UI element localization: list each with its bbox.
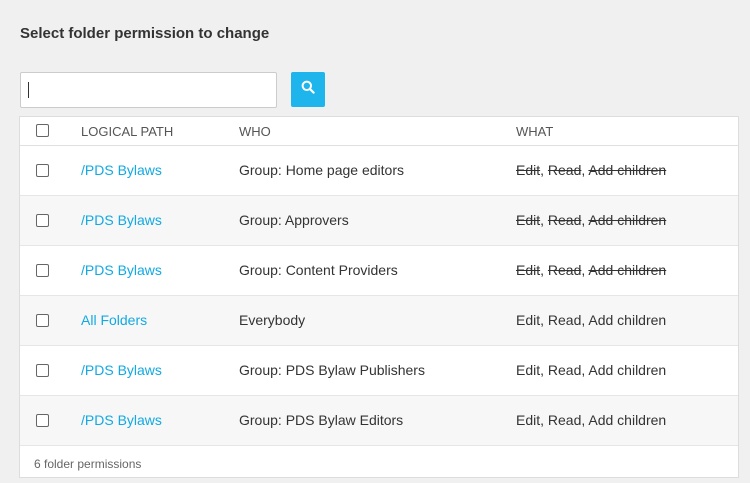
- permission-text: Edit, Read, Add children: [516, 362, 667, 378]
- row-checkbox[interactable]: [36, 364, 49, 377]
- permissions-table: LOGICAL PATH WHO WHAT /PDS Bylaws Group: …: [19, 116, 739, 478]
- row-checkbox[interactable]: [36, 314, 49, 327]
- who-cell: Everybody: [239, 312, 306, 328]
- revoked-permission: Read: [547, 212, 582, 228]
- who-cell: Group: PDS Bylaw Editors: [239, 412, 404, 428]
- who-cell: Group: Approvers: [239, 212, 349, 228]
- column-header-path[interactable]: LOGICAL PATH: [81, 124, 173, 139]
- logical-path-link[interactable]: /PDS Bylaws: [81, 262, 162, 278]
- search-icon: [301, 80, 315, 99]
- what-cell: Edit, Read, Add children: [516, 212, 666, 228]
- permission-text: ,: [540, 162, 548, 178]
- what-cell: Edit, Read, Add children: [516, 262, 666, 278]
- logical-path-link[interactable]: /PDS Bylaws: [81, 212, 162, 228]
- what-cell: Edit, Read, Add children: [516, 312, 666, 328]
- who-cell: Group: Home page editors: [239, 162, 404, 178]
- search-input-wrapper[interactable]: [20, 72, 277, 108]
- revoked-permission: Read: [547, 262, 582, 278]
- row-checkbox[interactable]: [36, 264, 49, 277]
- logical-path-link[interactable]: /PDS Bylaws: [81, 412, 162, 428]
- logical-path-link[interactable]: /PDS Bylaws: [81, 162, 162, 178]
- table-row[interactable]: /PDS Bylaws Group: PDS Bylaw Publishers Ed…: [20, 346, 738, 396]
- table-header: LOGICAL PATH WHO WHAT: [20, 117, 738, 146]
- permission-text: Edit, Read, Add children: [516, 312, 667, 328]
- page-title: Select folder permission to change: [20, 25, 270, 42]
- table-row[interactable]: /PDS Bylaws Group: PDS Bylaw Editors Edit,…: [20, 396, 738, 446]
- column-header-who[interactable]: WHO: [239, 124, 271, 139]
- row-checkbox[interactable]: [36, 414, 49, 427]
- revoked-permission: Read: [547, 162, 582, 178]
- table-row[interactable]: /PDS Bylaws Group: Content Providers Edit,…: [20, 246, 738, 296]
- search-input[interactable]: [21, 73, 276, 107]
- revoked-permission: Edit: [516, 262, 541, 278]
- permission-text: ,: [540, 262, 548, 278]
- what-cell: Edit, Read, Add children: [516, 162, 666, 178]
- who-cell: Group: PDS Bylaw Publishers: [239, 362, 425, 378]
- row-checkbox[interactable]: [36, 164, 49, 177]
- table-row[interactable]: /PDS Bylaws Group: Home page editors Edit,…: [20, 146, 738, 196]
- revoked-permission: Edit: [516, 212, 541, 228]
- search-button[interactable]: [291, 72, 325, 107]
- column-header-what[interactable]: WHAT: [516, 124, 553, 139]
- permission-text: Edit, Read, Add children: [516, 412, 667, 428]
- select-all-checkbox[interactable]: [36, 124, 49, 137]
- revoked-permission: Add children: [588, 212, 667, 228]
- table-footer-count: 6 folder permissions: [34, 457, 142, 471]
- revoked-permission: Add children: [588, 262, 667, 278]
- logical-path-link[interactable]: All Folders: [81, 312, 147, 328]
- table-row[interactable]: /PDS Bylaws Group: Approvers Edit, Read, A…: [20, 196, 738, 246]
- what-cell: Edit, Read, Add children: [516, 362, 666, 378]
- table-row[interactable]: All Folders Everybody Edit, Read, Add chil…: [20, 296, 738, 346]
- row-checkbox[interactable]: [36, 214, 49, 227]
- logical-path-link[interactable]: /PDS Bylaws: [81, 362, 162, 378]
- revoked-permission: Edit: [516, 162, 541, 178]
- who-cell: Group: Content Providers: [239, 262, 398, 278]
- permission-text: ,: [540, 212, 548, 228]
- text-caret: [28, 82, 29, 98]
- what-cell: Edit, Read, Add children: [516, 412, 666, 428]
- revoked-permission: Add children: [588, 162, 667, 178]
